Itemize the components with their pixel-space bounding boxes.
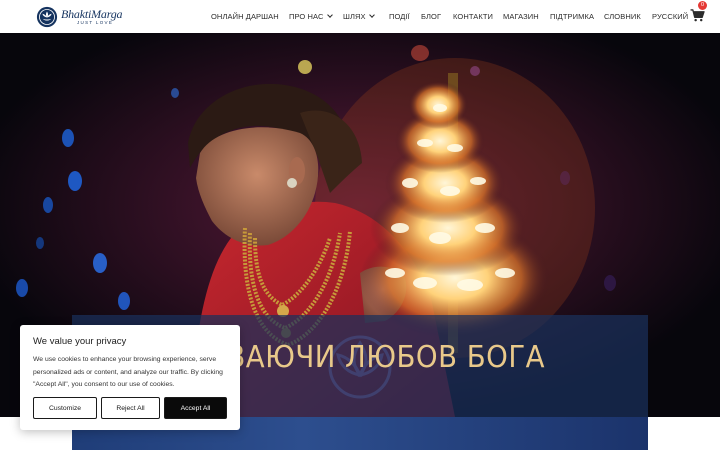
- nav-item-path[interactable]: ШЛЯХ: [343, 12, 375, 21]
- chevron-down-icon: [368, 12, 375, 18]
- nav-item-glossary[interactable]: СЛОВНИК: [604, 12, 641, 21]
- nav-item-shop[interactable]: МАГАЗИН: [503, 12, 539, 21]
- nav-item-label: ПРО НАС: [289, 12, 324, 21]
- nav-item-online-darshan[interactable]: ОНЛАЙН ДАРШАН: [211, 12, 279, 21]
- nav-item-label: ПОДІЇ: [389, 12, 410, 21]
- accept-all-button[interactable]: Accept All: [164, 397, 227, 419]
- nav-item-label: РУССКИЙ: [652, 12, 689, 21]
- cookie-consent-banner: We value your privacy We use cookies to …: [20, 325, 240, 430]
- nav-item-contacts[interactable]: КОНТАКТИ: [453, 12, 493, 21]
- customize-button[interactable]: Customize: [33, 397, 97, 419]
- main-nav: ОНЛАЙН ДАРШАН ПРО НАС ШЛЯХ ПОДІЇ БЛОГ КО…: [0, 0, 720, 33]
- nav-item-events[interactable]: ПОДІЇ: [389, 12, 410, 21]
- nav-item-label: СЛОВНИК: [604, 12, 641, 21]
- chevron-down-icon: [326, 12, 333, 18]
- reject-all-button[interactable]: Reject All: [101, 397, 160, 419]
- cart-count-badge: 0: [698, 1, 707, 10]
- shopping-cart-icon[interactable]: [690, 9, 705, 22]
- nav-item-label: ПІДТРИМКА: [550, 12, 595, 21]
- cookie-button-group: Customize Reject All Accept All: [33, 397, 227, 419]
- nav-item-label: ШЛЯХ: [343, 12, 366, 21]
- nav-item-label: БЛОГ: [421, 12, 442, 21]
- site-header: BhaktiMarga JUST LOVE ОНЛАЙН ДАРШАН ПРО …: [0, 0, 720, 33]
- nav-item-support[interactable]: ПІДТРИМКА: [550, 12, 594, 21]
- cookie-description: We use cookies to enhance your browsing …: [33, 356, 223, 388]
- nav-item-label: КОНТАКТИ: [453, 12, 494, 21]
- nav-item-about[interactable]: ПРО НАС: [289, 12, 333, 21]
- nav-item-label: ОНЛАЙН ДАРШАН: [211, 12, 279, 21]
- nav-item-language[interactable]: РУССКИЙ: [652, 12, 688, 21]
- nav-item-blog[interactable]: БЛОГ: [421, 12, 441, 21]
- cookie-title: We value your privacy: [33, 336, 127, 347]
- nav-item-label: МАГАЗИН: [503, 12, 539, 21]
